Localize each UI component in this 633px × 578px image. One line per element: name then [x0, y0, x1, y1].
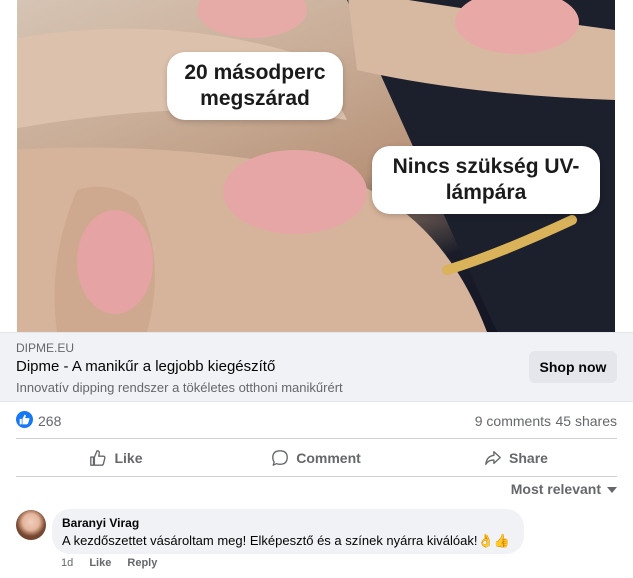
comment-bubble: Baranyi Virag A kezdőszettet vásároltam …: [52, 509, 524, 554]
ad-image[interactable]: 20 másodperc megszárad Nincs szükség UV-…: [17, 0, 615, 332]
shop-now-button[interactable]: Shop now: [529, 351, 617, 383]
comment-text: A kezdőszettet vásároltam meg! Elképeszt…: [62, 533, 510, 548]
share-arrow-icon: [485, 451, 501, 465]
link-title[interactable]: Dipme - A manikűr a legjobb kiegészítő: [16, 358, 275, 375]
divider: [16, 438, 617, 439]
sort-label: Most relevant: [510, 481, 601, 497]
like-reaction-icon[interactable]: [16, 411, 33, 428]
caret-down-icon: [607, 487, 617, 494]
link-description: Innovatív dipping rendszer a tökéletes o…: [16, 380, 343, 395]
share-button[interactable]: Share: [416, 442, 616, 474]
like-button[interactable]: Like: [16, 442, 216, 474]
comment-author[interactable]: Baranyi Virag: [62, 516, 139, 530]
thumbs-up-icon: [90, 450, 106, 466]
avatar[interactable]: [16, 510, 46, 540]
reactions-row: 268 9 comments 45 shares: [16, 408, 617, 434]
ad-callout-no-uv-lamp: Nincs szükség UV-lámpára: [372, 146, 600, 214]
like-button-label: Like: [114, 450, 143, 466]
share-button-label: Share: [509, 450, 548, 466]
ad-callout-drying-time: 20 másodperc megszárad: [167, 52, 343, 120]
comment-like-link[interactable]: Like: [89, 557, 111, 569]
comment-bubble-icon: [272, 450, 289, 466]
comment-meta: 1d Like Reply: [61, 557, 170, 569]
comment-reply-link[interactable]: Reply: [127, 557, 157, 569]
comment-button-label: Comment: [296, 450, 361, 466]
comment-timestamp[interactable]: 1d: [61, 557, 73, 569]
reaction-count[interactable]: 268: [38, 413, 61, 429]
comment-sort-dropdown[interactable]: Most relevant: [511, 481, 617, 497]
link-preview[interactable]: DIPME.EU Dipme - A manikűr a legjobb kie…: [0, 332, 633, 402]
link-domain: DIPME.EU: [16, 341, 75, 355]
comment-button[interactable]: Comment: [216, 442, 416, 474]
divider: [16, 476, 617, 477]
comments-count[interactable]: 9 comments: [475, 413, 551, 429]
shares-count[interactable]: 45 shares: [556, 413, 617, 429]
post-card: 20 másodperc megszárad Nincs szükség UV-…: [0, 0, 633, 578]
